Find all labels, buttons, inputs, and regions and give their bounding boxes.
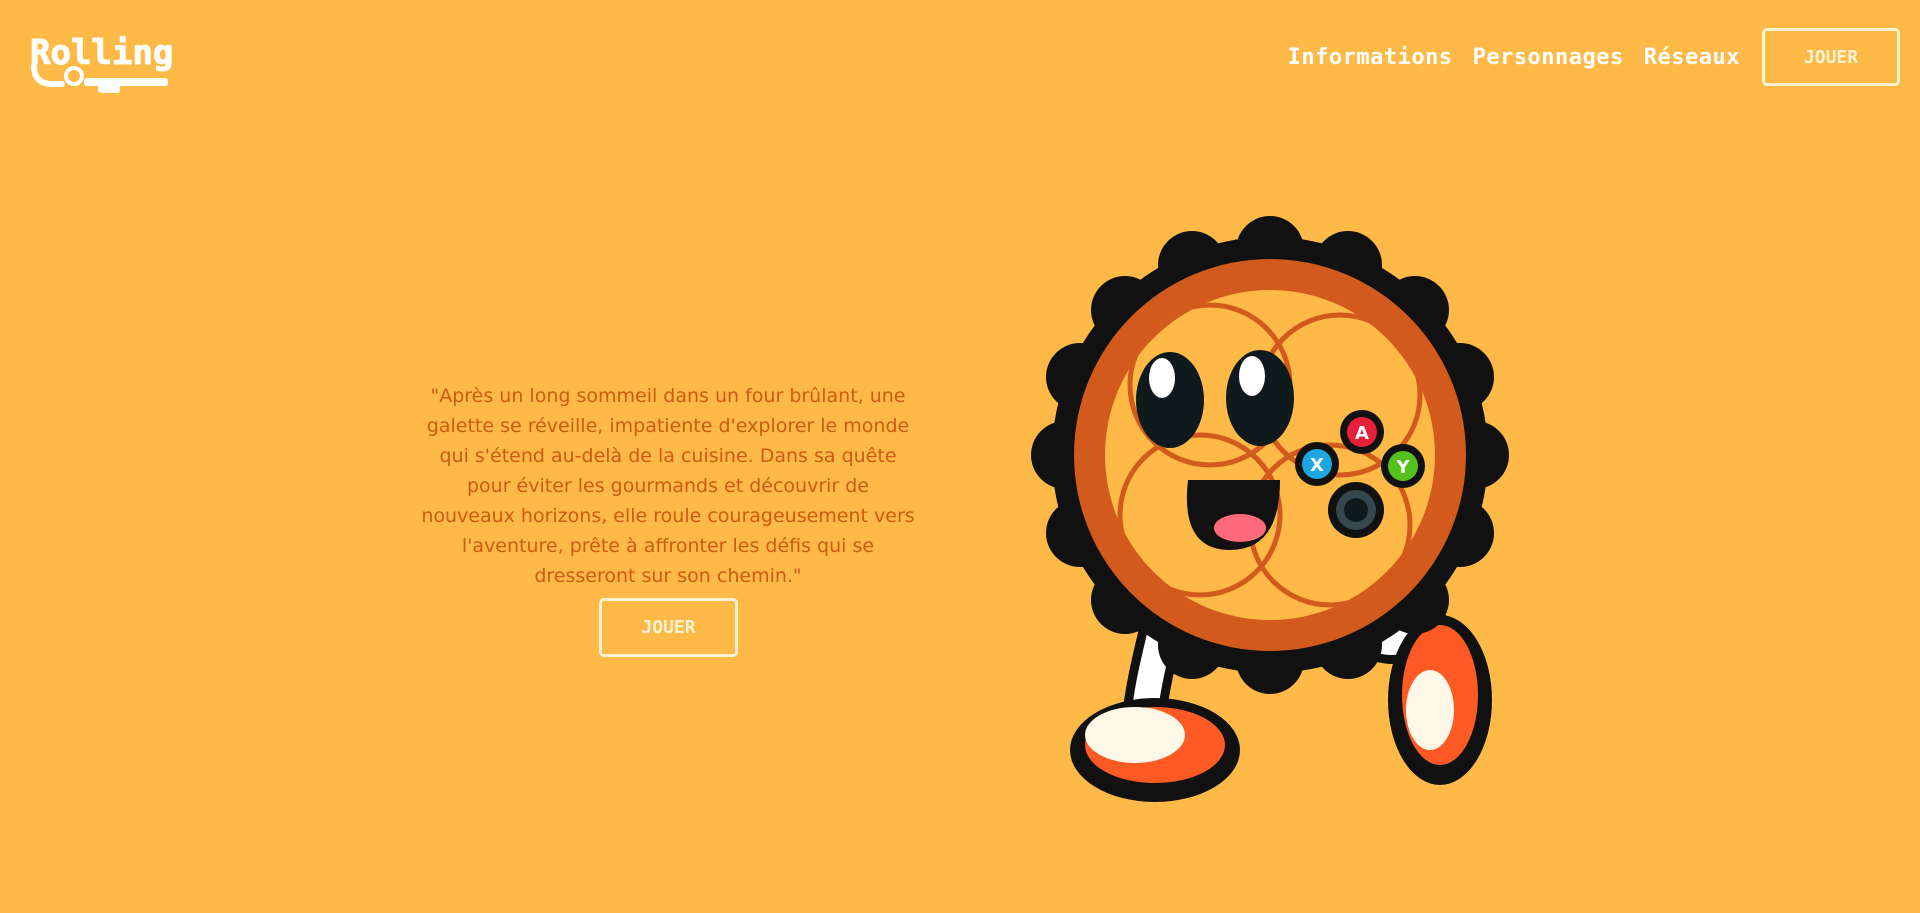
svg-text:X: X bbox=[1310, 455, 1324, 476]
galette-mascot-icon: A X Y bbox=[1031, 216, 1509, 802]
svg-text:Y: Y bbox=[1395, 457, 1410, 478]
header-play-button[interactable]: JOUER bbox=[1762, 28, 1900, 86]
nav-personnages[interactable]: Personnages bbox=[1473, 45, 1624, 70]
svg-text:Rolling: Rolling bbox=[30, 33, 172, 73]
svg-text:A: A bbox=[1355, 423, 1369, 444]
story-text: "Après un long sommeil dans un four brûl… bbox=[421, 385, 915, 587]
nav-informations[interactable]: Informations bbox=[1288, 45, 1453, 70]
header: Rolling Informations Personnages Réseaux… bbox=[0, 0, 1920, 120]
hero-play-button[interactable]: JOUER bbox=[599, 598, 738, 657]
main-nav: Informations Personnages Réseaux JOUER bbox=[1268, 28, 1900, 86]
nav-reseaux[interactable]: Réseaux bbox=[1644, 45, 1740, 70]
logo-icon[interactable]: Rolling bbox=[28, 28, 172, 94]
